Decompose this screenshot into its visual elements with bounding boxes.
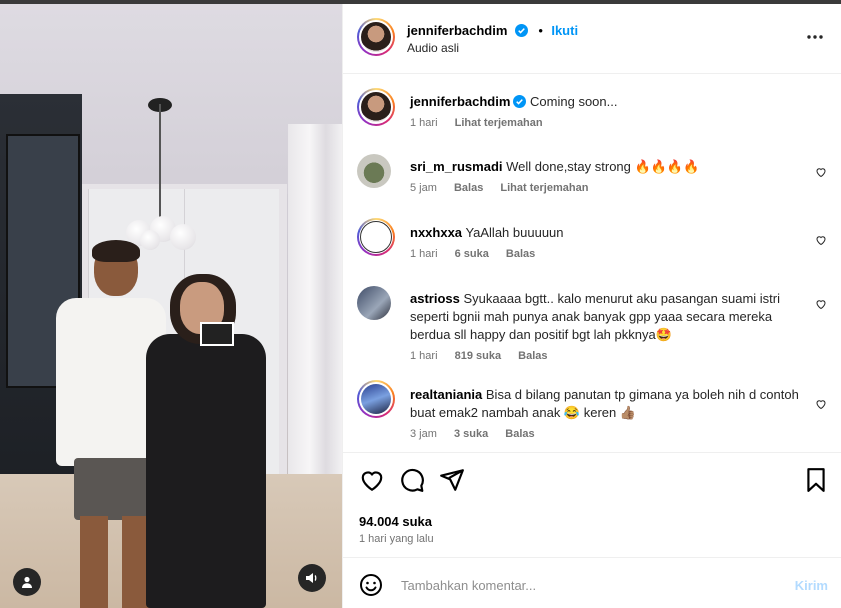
author-avatar[interactable]: [357, 18, 395, 56]
post-actions: 94.004 suka 1 hari yang lalu: [343, 452, 841, 558]
ultrasound-photo: [200, 322, 234, 346]
post-sidebar: jenniferbachdim • Ikuti Audio asli jenni…: [342, 4, 841, 608]
caption-translate-link[interactable]: Lihat terjemahan: [455, 117, 543, 129]
instagram-post-modal: jenniferbachdim • Ikuti Audio asli jenni…: [0, 0, 841, 608]
bookmark-icon[interactable]: [803, 467, 829, 493]
share-icon[interactable]: [439, 467, 465, 493]
comment-time[interactable]: 1 hari: [410, 248, 438, 260]
tagged-user-button[interactable]: [13, 568, 41, 596]
caption-avatar[interactable]: [357, 88, 395, 126]
comment-item: sri_m_rusmadi Well done,stay strong 🔥🔥🔥🔥…: [357, 154, 827, 204]
like-comment-icon[interactable]: [815, 398, 827, 410]
likes-count[interactable]: 94.004 suka: [359, 514, 432, 529]
caption-item: jenniferbachdim Coming soon... 1 hari Li…: [357, 88, 827, 148]
comment-text: sri_m_rusmadi Well done,stay strong 🔥🔥🔥🔥: [410, 158, 805, 176]
comment-likes[interactable]: 6 suka: [455, 248, 489, 260]
comment-time[interactable]: 5 jam: [410, 182, 437, 194]
caption-time[interactable]: 1 hari: [410, 117, 438, 129]
comment-item: astrioss Syukaaaa bgtt.. kalo menurut ak…: [357, 286, 827, 372]
comment-username[interactable]: nxxhxxa: [410, 225, 462, 240]
man-shorts: [74, 458, 154, 520]
audio-link[interactable]: Audio asli: [407, 41, 459, 55]
author-username[interactable]: jenniferbachdim: [407, 23, 507, 38]
caption-text: jenniferbachdim Coming soon...: [410, 93, 805, 111]
comment-username[interactable]: realtaniania: [410, 387, 482, 402]
man-leg: [80, 516, 108, 608]
like-comment-icon[interactable]: [815, 166, 827, 178]
woman-figure: [146, 334, 266, 608]
comment-input[interactable]: [399, 572, 783, 598]
emoji-icon[interactable]: [359, 573, 383, 597]
comment-body: YaAllah buuuuun: [465, 225, 564, 240]
heart-icon[interactable]: [359, 467, 385, 493]
lamp-wire: [159, 104, 161, 224]
verified-badge-icon: [514, 24, 528, 37]
separator-dot: •: [538, 23, 543, 38]
comment-avatar[interactable]: [357, 154, 391, 188]
comment-avatar[interactable]: [357, 286, 391, 320]
post-date: 1 hari yang lalu: [359, 533, 434, 545]
caption-username[interactable]: jenniferbachdim: [410, 94, 510, 109]
comment-meta: 1 hari 6 suka Balas: [410, 248, 549, 260]
volume-icon: [306, 573, 317, 583]
comment-meta: 3 jam 3 suka Balas: [410, 428, 549, 440]
comment-likes[interactable]: 3 suka: [454, 428, 488, 440]
caption-body: Coming soon...: [530, 94, 618, 109]
follow-button[interactable]: Ikuti: [551, 23, 578, 38]
like-comment-icon[interactable]: [815, 298, 827, 310]
author-line: jenniferbachdim • Ikuti: [407, 22, 578, 40]
comment-time[interactable]: 3 jam: [410, 428, 437, 440]
comments-list[interactable]: jenniferbachdim Coming soon... 1 hari Li…: [343, 74, 841, 452]
caption-meta: 1 hari Lihat terjemahan: [410, 117, 557, 129]
post-header: jenniferbachdim • Ikuti Audio asli: [343, 4, 841, 74]
comment-meta: 5 jam Balas Lihat terjemahan: [410, 182, 602, 194]
comment-username[interactable]: sri_m_rusmadi: [410, 159, 503, 174]
comment-meta: 1 hari 819 suka Balas: [410, 350, 562, 362]
more-horizontal-icon: [807, 35, 823, 39]
verified-badge-icon: [513, 95, 527, 108]
comment-composer: Kirim: [343, 557, 841, 608]
more-options-button[interactable]: [806, 24, 824, 45]
comment-avatar[interactable]: [357, 380, 395, 418]
audio-toggle-button[interactable]: [298, 564, 326, 592]
post-video[interactable]: [0, 4, 342, 608]
reply-button[interactable]: Balas: [505, 428, 534, 440]
comment-avatar[interactable]: [357, 218, 395, 256]
comment-body: Syukaaaa bgtt.. kalo menurut aku pasanga…: [410, 291, 781, 342]
comment-text: realtaniania Bisa d bilang panutan tp gi…: [410, 386, 805, 422]
man-hair: [92, 240, 140, 262]
comment-likes[interactable]: 819 suka: [455, 350, 501, 362]
lamp-globe: [170, 224, 196, 250]
reply-button[interactable]: Balas: [454, 182, 483, 194]
post-comment-button[interactable]: Kirim: [795, 578, 828, 593]
comment-text: astrioss Syukaaaa bgtt.. kalo menurut ak…: [410, 290, 805, 344]
comment-item: nxxhxxa YaAllah buuuuun 1 hari 6 suka Ba…: [357, 218, 827, 270]
comment-text: nxxhxxa YaAllah buuuuun: [410, 224, 805, 242]
comment-item: realtaniania Bisa d bilang panutan tp gi…: [357, 380, 827, 448]
comment-body: Well done,stay strong 🔥🔥🔥🔥: [506, 159, 700, 174]
like-comment-icon[interactable]: [815, 234, 827, 246]
reply-button[interactable]: Balas: [518, 350, 547, 362]
user-icon: [22, 576, 32, 588]
lamp-globe: [140, 230, 160, 250]
comment-time[interactable]: 1 hari: [410, 350, 438, 362]
comment-icon[interactable]: [399, 467, 425, 493]
comment-username[interactable]: astrioss: [410, 291, 460, 306]
translate-link[interactable]: Lihat terjemahan: [500, 182, 588, 194]
reply-button[interactable]: Balas: [506, 248, 535, 260]
